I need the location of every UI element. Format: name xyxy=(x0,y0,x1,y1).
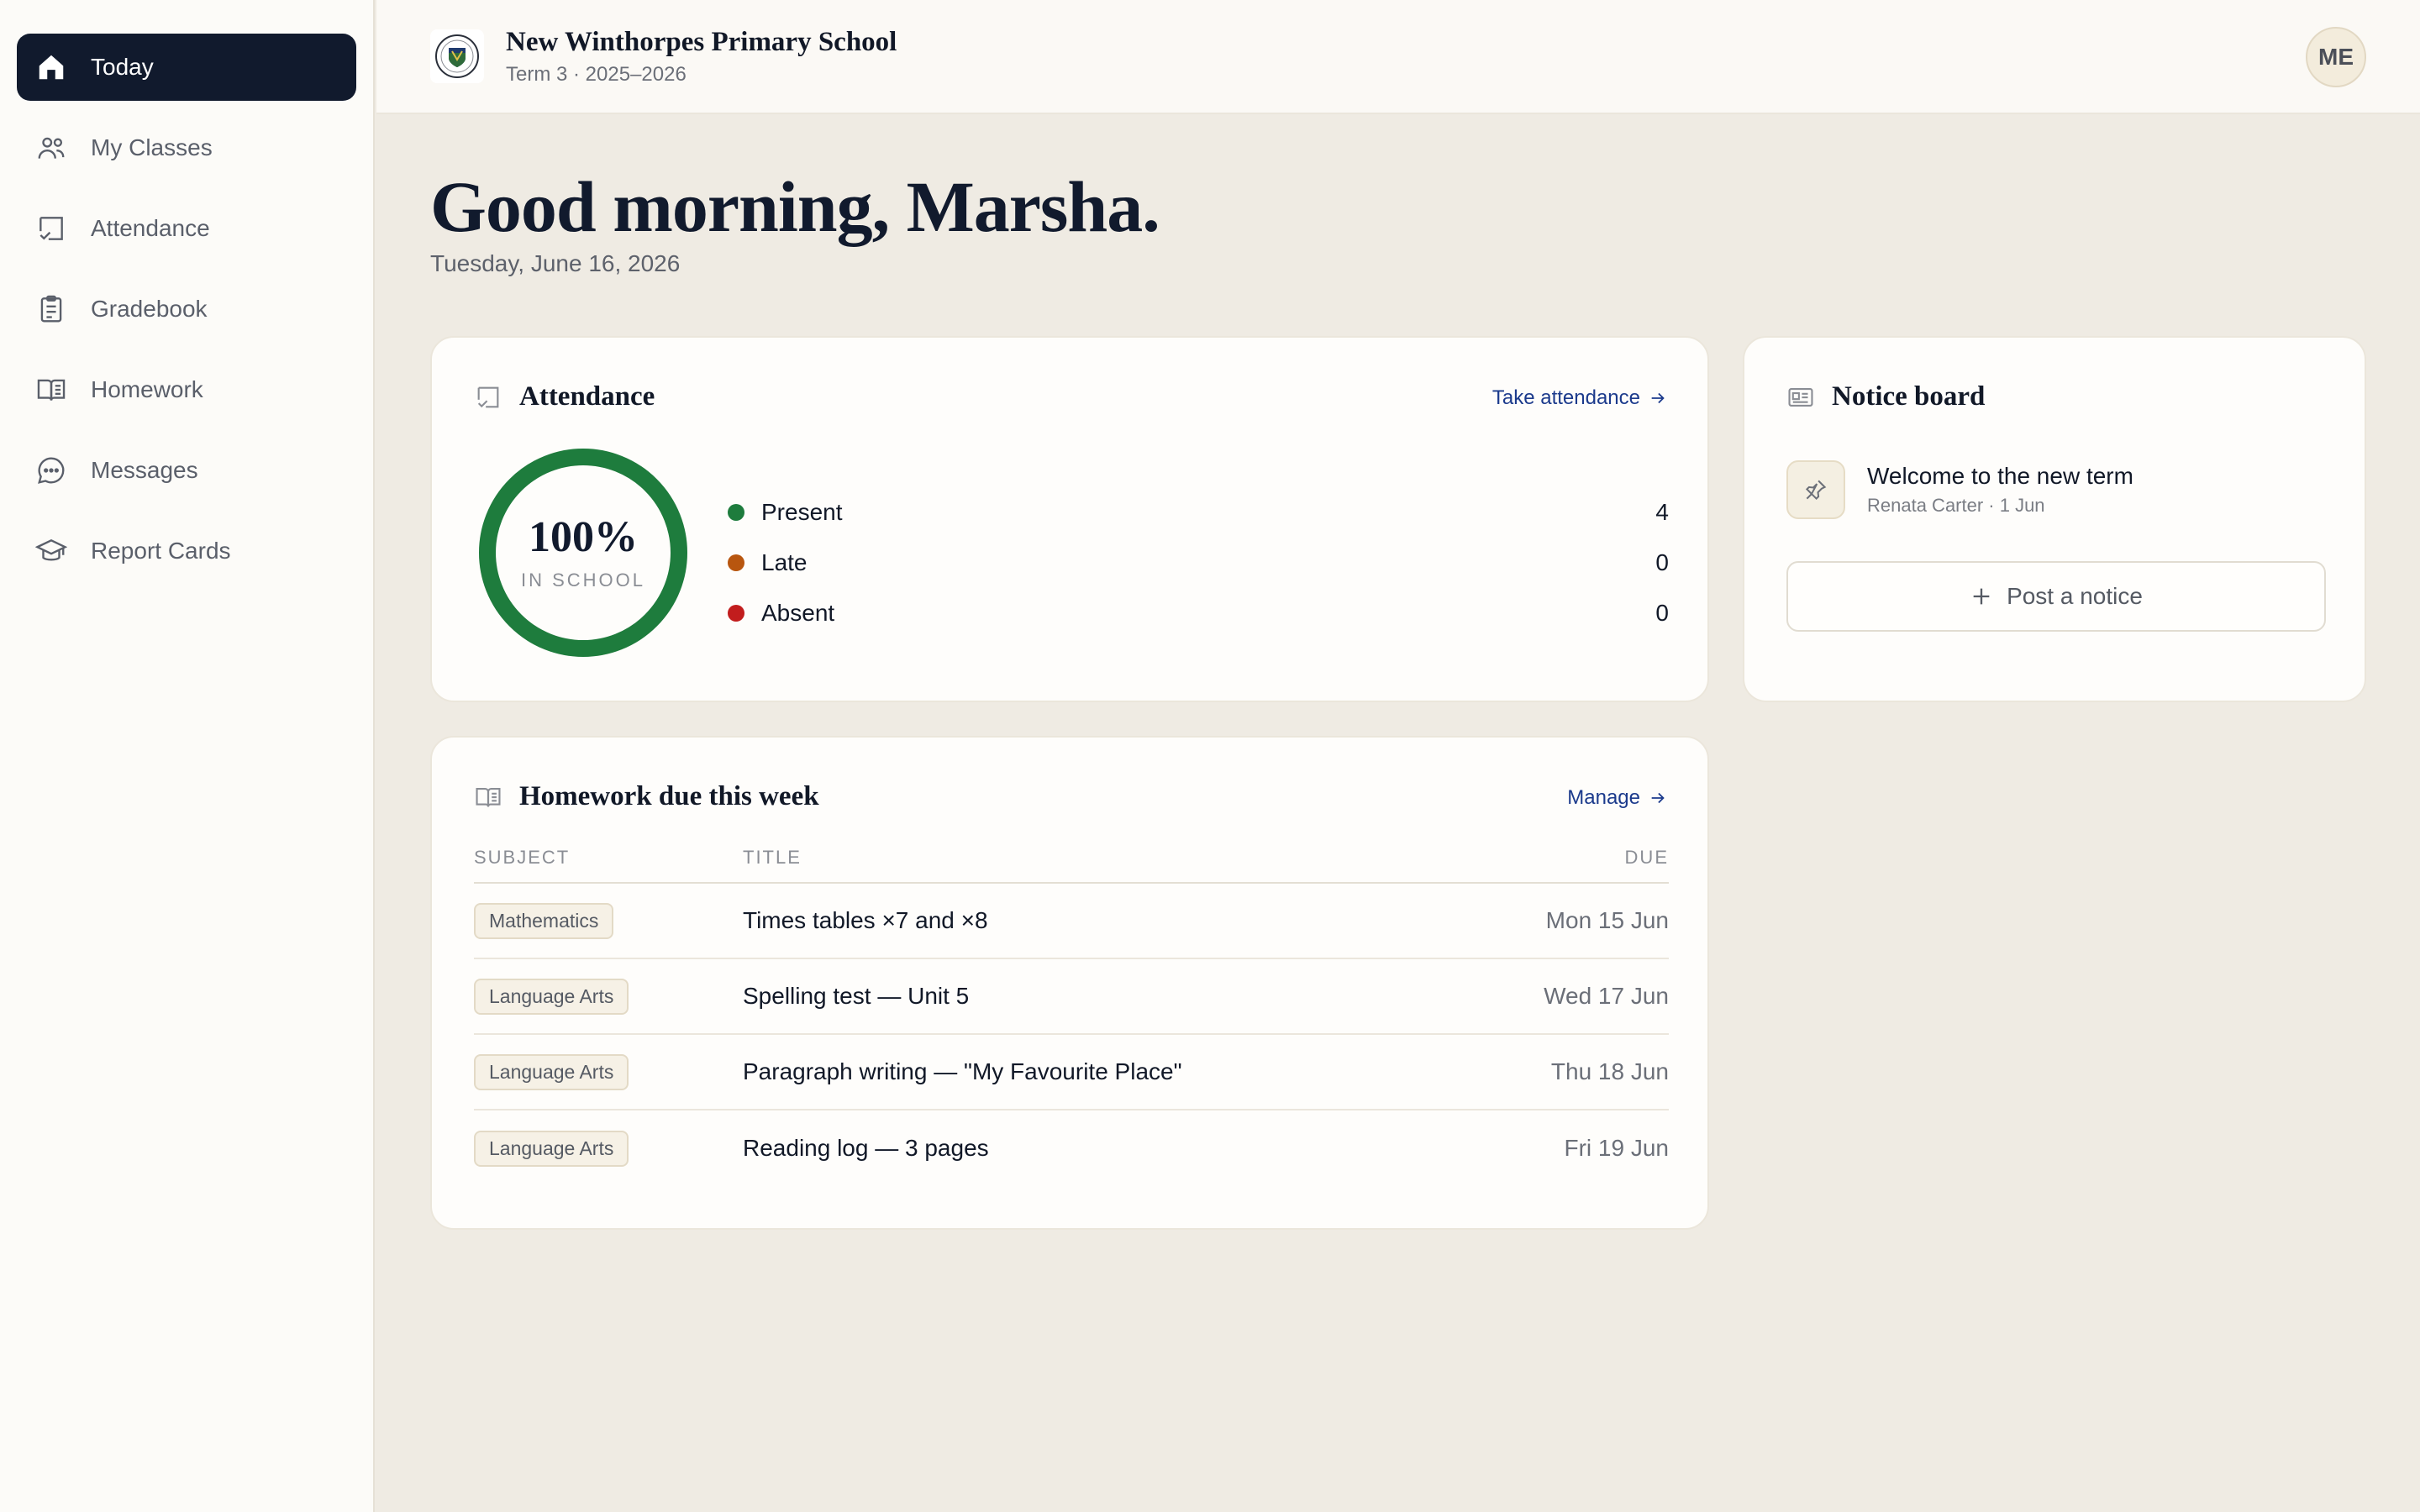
due-date: Thu 18 Jun xyxy=(1550,1058,1669,1084)
due-date: Wed 17 Jun xyxy=(1544,983,1669,1009)
sidebar-item-my-classes[interactable]: My Classes xyxy=(17,114,356,181)
graduation-cap-icon xyxy=(35,539,67,561)
arrow-right-icon xyxy=(1651,792,1665,804)
top-bar: New Winthorpes Primary School Term 3 · 2… xyxy=(376,0,2420,114)
sidebar-item-label: Attendance xyxy=(91,215,210,241)
current-date: Tuesday, June 16, 2026 xyxy=(430,250,681,276)
sidebar-item-today[interactable]: Today xyxy=(17,34,356,101)
attendance-percent-label: IN SCHOOL xyxy=(520,570,646,591)
sidebar-item-label: Homework xyxy=(91,376,203,402)
column-header-due: DUE xyxy=(1624,847,1669,868)
book-icon xyxy=(476,787,501,807)
home-icon xyxy=(39,55,64,80)
crest-icon xyxy=(435,34,479,78)
book-icon xyxy=(37,379,66,401)
legend-label: Present xyxy=(761,499,843,525)
attendance-icon xyxy=(39,217,63,240)
users-icon xyxy=(38,137,65,159)
attendance-card-title: Attendance xyxy=(474,381,655,412)
attendance-icon xyxy=(477,386,499,407)
notice-title: Welcome to the new term xyxy=(1867,463,2133,489)
absent-dot xyxy=(728,605,744,622)
sidebar-item-label: My Classes xyxy=(91,134,213,160)
post-notice-button[interactable]: Post a notice xyxy=(1786,561,2326,632)
attendance-legend: Present 4 Late 0 Absent 0 xyxy=(728,487,1669,638)
sidebar-item-label: Messages xyxy=(91,457,198,483)
attendance-card: Attendance Take attendance 100% IN SCHOO… xyxy=(430,336,1709,702)
homework-title: Paragraph writing — "My Favourite Place" xyxy=(743,1058,1182,1084)
sidebar-item-label: Report Cards xyxy=(91,538,231,564)
due-date: Mon 15 Jun xyxy=(1545,907,1669,933)
sidebar: Today My Classes Attendance Gradebook Ho… xyxy=(0,0,375,1512)
school-crest-logo xyxy=(430,29,484,83)
table-row[interactable]: Mathematics Times tables ×7 and ×8 Mon 1… xyxy=(474,884,1669,959)
attendance-percent: 100% xyxy=(529,513,638,561)
sidebar-item-gradebook[interactable]: Gradebook xyxy=(17,276,356,343)
subject-tag: Language Arts xyxy=(474,1130,629,1167)
pin-icon xyxy=(1805,480,1827,501)
manage-homework-link[interactable]: Manage xyxy=(1567,786,1667,810)
homework-title: Reading log — 3 pages xyxy=(743,1135,989,1161)
sidebar-item-messages[interactable]: Messages xyxy=(17,437,356,504)
subject-tag: Language Arts xyxy=(474,1053,629,1090)
take-attendance-link[interactable]: Take attendance xyxy=(1492,386,1667,410)
arrow-right-icon xyxy=(1651,392,1665,404)
plus-icon xyxy=(1973,588,1990,605)
sidebar-item-label: Today xyxy=(91,54,154,80)
notice-board-title: Notice board xyxy=(1786,381,1985,412)
column-header-title: TITLE xyxy=(743,847,802,868)
school-info: New Winthorpes Primary School Term 3 · 2… xyxy=(506,27,897,87)
clipboard-icon xyxy=(40,295,62,323)
subject-tag: Mathematics xyxy=(474,902,614,939)
legend-count: 0 xyxy=(1655,549,1669,575)
notice-meta: Renata Carter · 1 Jun xyxy=(1867,495,2045,516)
sidebar-item-label: Gradebook xyxy=(91,296,208,322)
table-row[interactable]: Language Arts Spelling test — Unit 5 Wed… xyxy=(474,959,1669,1035)
homework-card: Homework due this week Manage SUBJECT TI… xyxy=(430,736,1709,1230)
legend-label: Absent xyxy=(761,600,835,626)
sidebar-item-homework[interactable]: Homework xyxy=(17,356,356,423)
table-row[interactable]: Language Arts Reading log — 3 pages Fri … xyxy=(474,1110,1669,1186)
legend-row-absent: Absent 0 xyxy=(728,588,1669,638)
column-header-subject: SUBJECT xyxy=(474,847,571,868)
newspaper-icon xyxy=(1788,387,1813,407)
homework-title: Times tables ×7 and ×8 xyxy=(743,907,988,933)
legend-count: 4 xyxy=(1655,499,1669,525)
page-title: Good morning, Marsha. xyxy=(430,166,1160,247)
pin-icon-box xyxy=(1786,460,1845,519)
table-row[interactable]: Language Arts Paragraph writing — "My Fa… xyxy=(474,1035,1669,1110)
present-dot xyxy=(728,504,744,521)
chat-icon xyxy=(38,457,65,484)
due-date: Fri 19 Jun xyxy=(1564,1135,1670,1161)
legend-row-late: Late 0 xyxy=(728,538,1669,588)
late-dot xyxy=(728,554,744,571)
sidebar-item-report-cards[interactable]: Report Cards xyxy=(17,517,356,585)
sidebar-item-attendance[interactable]: Attendance xyxy=(17,195,356,262)
homework-card-title: Homework due this week xyxy=(474,781,819,812)
homework-table: SUBJECT TITLE DUE Mathematics Times tabl… xyxy=(474,847,1669,1186)
avatar[interactable]: ME xyxy=(2306,27,2366,87)
homework-title: Spelling test — Unit 5 xyxy=(743,983,970,1009)
notice-board-card: Notice board Welcome to the new term Ren… xyxy=(1743,336,2366,702)
term-label: Term 3 · 2025–2026 xyxy=(506,62,687,86)
subject-tag: Language Arts xyxy=(474,978,629,1015)
legend-row-present: Present 4 xyxy=(728,487,1669,538)
school-name: New Winthorpes Primary School xyxy=(506,26,897,57)
notice-item[interactable]: Welcome to the new term Renata Carter · … xyxy=(1786,460,2133,519)
table-header: SUBJECT TITLE DUE xyxy=(474,847,1669,884)
legend-label: Late xyxy=(761,549,808,575)
legend-count: 0 xyxy=(1655,600,1669,626)
